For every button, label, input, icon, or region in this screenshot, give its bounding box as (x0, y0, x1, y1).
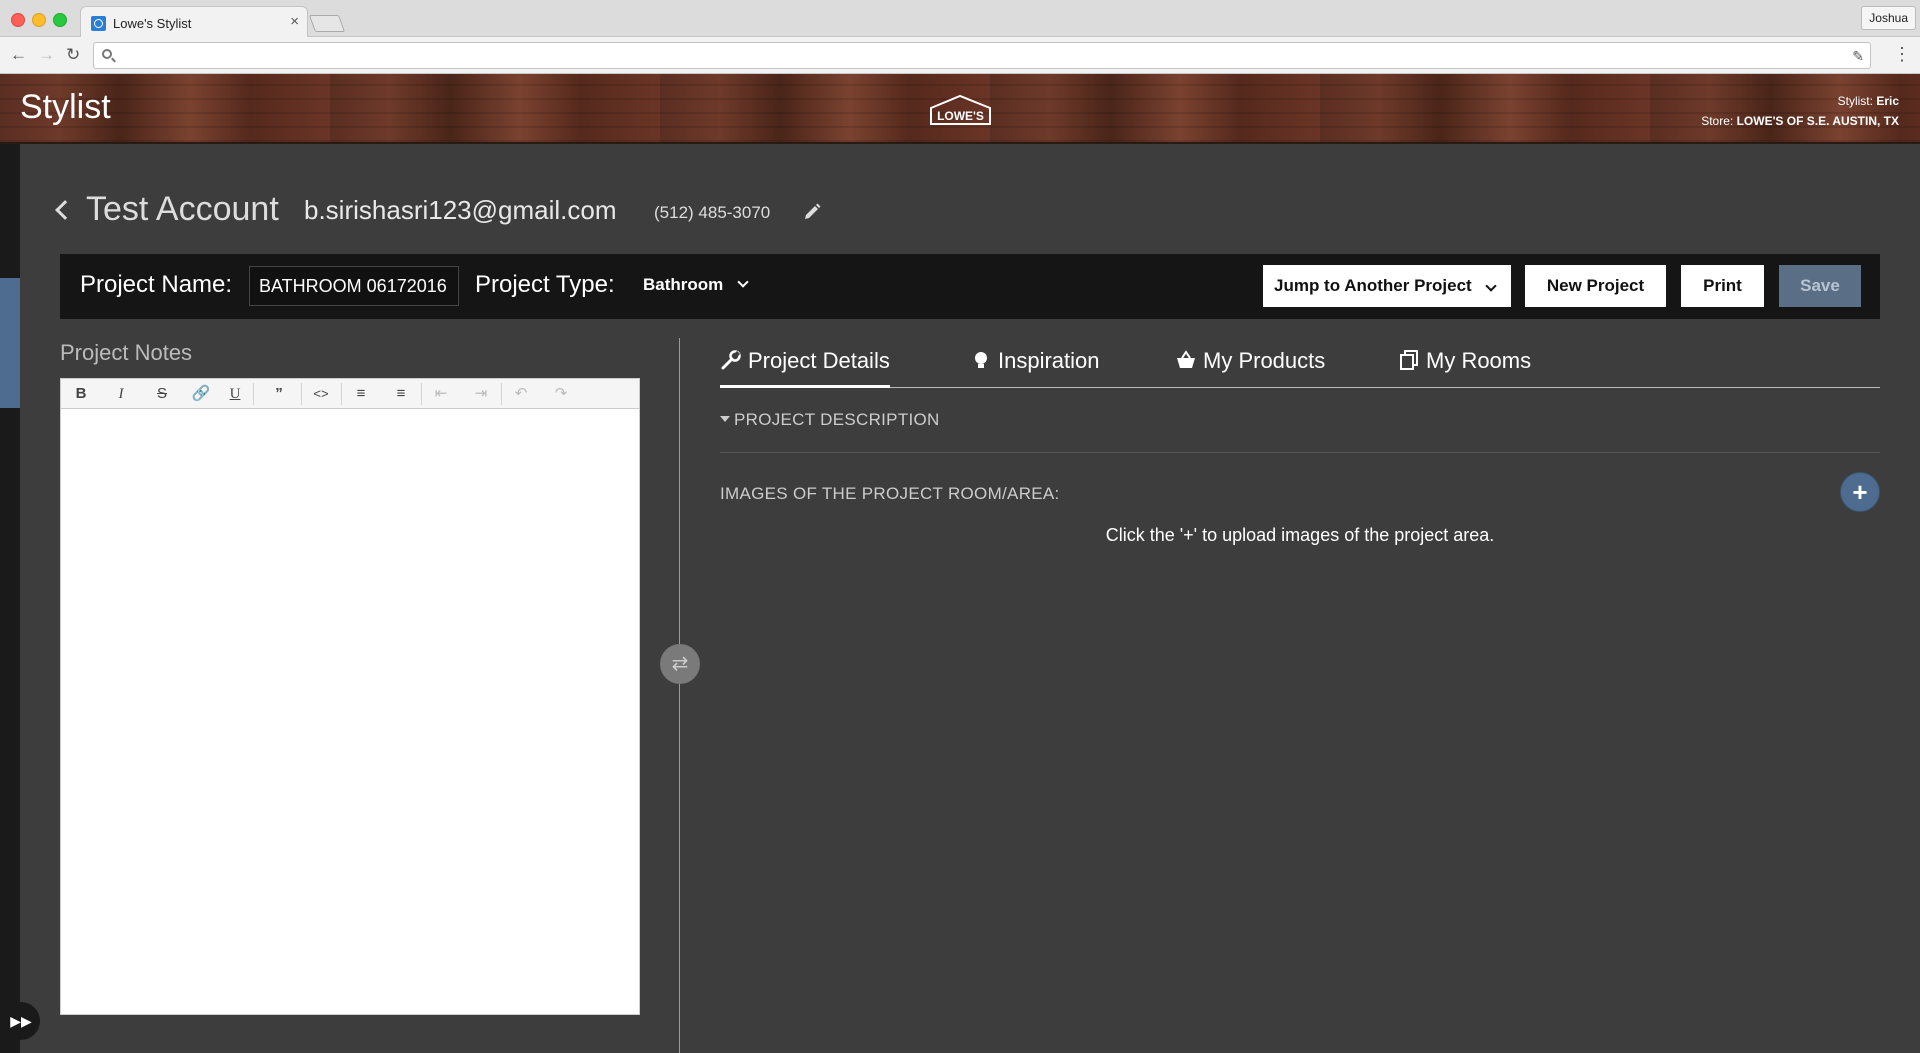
lightbulb-icon (975, 352, 987, 368)
images-label: IMAGES OF THE PROJECT ROOM/AREA: (720, 484, 1060, 503)
project-name-input[interactable] (249, 266, 459, 306)
toolbar-separator (301, 383, 302, 405)
forward-arrow-icon[interactable]: → (38, 46, 55, 64)
editor-toolbar: B I S 🔗 U ” <> ≡ ≡ ⇤ ⇥ ↶ ↷ (60, 378, 640, 409)
store-label: Store: (1701, 114, 1734, 128)
back-arrow-icon[interactable]: ← (10, 46, 27, 64)
stylist-label: Stylist: (1837, 94, 1873, 108)
quote-icon[interactable]: ” (267, 383, 291, 405)
tab-label: My Rooms (1426, 348, 1532, 373)
bold-icon[interactable]: B (69, 383, 93, 405)
caret-down-icon (720, 416, 730, 422)
back-chevron-icon[interactable] (55, 200, 75, 220)
pencil-icon[interactable] (803, 203, 821, 221)
project-name-label: Project Name: (80, 271, 233, 298)
tab-label: Project Details (748, 348, 890, 373)
link-icon[interactable]: 🔗 (189, 383, 213, 405)
tab-my-rooms[interactable]: My Rooms (1398, 348, 1531, 388)
lowes-logo: LOWE'S (930, 94, 991, 125)
project-description-toggle[interactable]: PROJECT DESCRIPTION (720, 410, 940, 430)
tab-project-details[interactable]: Project Details (720, 348, 890, 388)
wrench-icon (721, 350, 741, 370)
tab-inspiration[interactable]: Inspiration (970, 348, 1100, 388)
minimize-window-button[interactable] (32, 13, 46, 27)
project-type-select[interactable]: Bathroom (643, 275, 723, 295)
project-bar: Project Name: Project Type: Bathroom Jum… (60, 254, 1880, 319)
chevron-down-icon[interactable] (737, 276, 749, 288)
close-tab-icon[interactable]: × (290, 14, 299, 29)
swap-panels-icon[interactable]: ⇄ (660, 644, 700, 684)
project-notes-editor[interactable] (60, 409, 640, 1015)
toolbar-separator (501, 383, 502, 405)
tab-label: My Products (1203, 348, 1326, 373)
app-title: Stylist (20, 88, 111, 126)
left-sidebar-strip (0, 144, 20, 1053)
strikethrough-icon[interactable]: S (150, 383, 174, 405)
redo-icon[interactable]: ↷ (549, 383, 573, 405)
project-type-label: Project Type: (475, 271, 615, 298)
numbered-list-icon[interactable]: ≡ (389, 383, 413, 405)
basket-icon (1177, 350, 1195, 368)
stylist-info: Stylist: Eric Store: LOWE'S OF S.E. AUST… (1701, 91, 1899, 131)
browser-tab-strip: Lowe's Stylist × Joshua (0, 0, 1920, 38)
underline-icon[interactable]: U (223, 383, 247, 405)
panel-divider (679, 338, 680, 1053)
browser-toolbar: ← → ↻ ✎ ⋮ (0, 37, 1920, 74)
extension-icon[interactable]: ✎ (1852, 48, 1864, 65)
new-tab-button[interactable] (308, 15, 346, 32)
tab-label: Inspiration (998, 348, 1100, 373)
jump-project-button[interactable]: Jump to Another Project (1263, 265, 1511, 307)
browser-tab-title: Lowe's Stylist (113, 16, 192, 31)
search-icon (102, 49, 112, 59)
sidebar-handle[interactable] (0, 278, 20, 408)
customer-name: Test Account (86, 190, 279, 228)
close-window-button[interactable] (11, 13, 25, 27)
italic-icon[interactable]: I (109, 383, 133, 405)
toolbar-separator (421, 383, 422, 405)
bullet-list-icon[interactable]: ≡ (349, 383, 373, 405)
reload-icon[interactable]: ↻ (66, 46, 80, 64)
maximize-window-button[interactable] (53, 13, 67, 27)
favicon-icon (91, 16, 106, 31)
address-bar[interactable]: ✎ (93, 42, 1871, 69)
profile-button[interactable]: Joshua (1861, 6, 1916, 30)
browser-tab[interactable]: Lowe's Stylist × (80, 6, 308, 38)
print-button[interactable]: Print (1681, 265, 1764, 307)
section-divider (720, 452, 1880, 453)
toolbar-separator (253, 383, 254, 405)
upload-hint: Click the '+' to upload images of the pr… (1105, 525, 1495, 545)
add-image-button[interactable]: + (1840, 472, 1880, 512)
new-project-button[interactable]: New Project (1525, 265, 1666, 307)
rooms-icon (1400, 350, 1418, 370)
outdent-icon[interactable]: ⇤ (429, 383, 453, 405)
stylist-name: Eric (1876, 94, 1899, 108)
code-icon[interactable]: <> (309, 383, 333, 405)
expand-sidebar-icon[interactable]: ▶▶ (2, 1002, 40, 1040)
save-button[interactable]: Save (1779, 265, 1861, 307)
browser-menu-icon[interactable]: ⋮ (1893, 45, 1911, 63)
store-name: LOWE'S OF S.E. AUSTIN, TX (1736, 114, 1899, 128)
undo-icon[interactable]: ↶ (509, 383, 533, 405)
customer-email: b.sirishasri123@gmail.com (304, 195, 617, 225)
app-header: Stylist LOWE'S Stylist: Eric Store: LOWE… (0, 74, 1920, 144)
toolbar-separator (341, 383, 342, 405)
project-tabs: Project Details Inspiration My Products … (720, 340, 1880, 388)
tab-my-products[interactable]: My Products (1175, 348, 1325, 388)
customer-phone: (512) 485-3070 (654, 203, 771, 222)
section-title: PROJECT DESCRIPTION (734, 410, 940, 429)
project-notes-label: Project Notes (60, 340, 193, 365)
indent-icon[interactable]: ⇥ (469, 383, 493, 405)
logo-text: LOWE'S (937, 109, 984, 123)
